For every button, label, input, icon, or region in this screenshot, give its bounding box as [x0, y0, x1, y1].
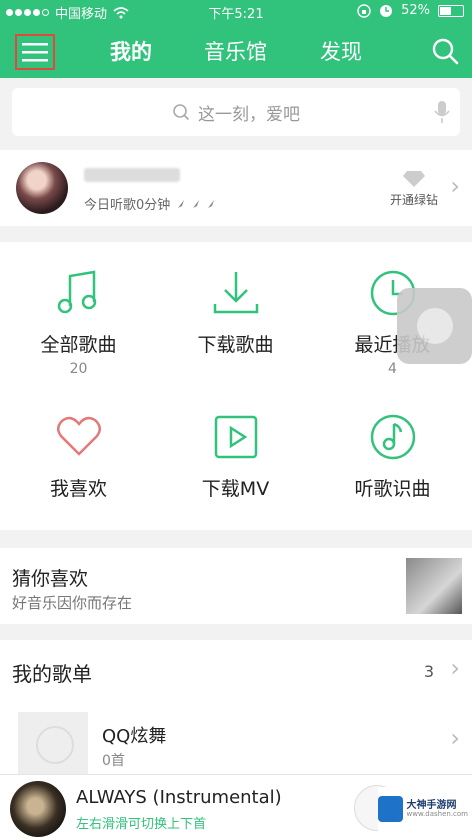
- watermark: 大神手游网 www.dashen.com: [378, 787, 468, 831]
- download-icon: [213, 272, 258, 314]
- watermark-logo: [378, 796, 403, 822]
- feature-grid: 全部歌曲 20 下载歌曲 最近播放 4 我喜欢 下载MV 听歌识曲: [0, 242, 472, 530]
- grid-item-music-recognize[interactable]: 听歌识曲: [314, 386, 471, 530]
- rotation-lock-icon: [357, 3, 371, 18]
- guess-you-like[interactable]: 猜你喜欢 好音乐因你而存在: [0, 548, 472, 624]
- guess-cover[interactable]: [406, 558, 462, 614]
- playlist-cover: [18, 712, 88, 774]
- vip-label: 开通绿钻: [389, 193, 438, 207]
- username-blurred: [84, 168, 180, 182]
- battery-percent: 52%: [401, 3, 430, 18]
- diamond-icon: [402, 171, 425, 187]
- guess-subtitle: 好音乐因你而存在: [12, 594, 133, 612]
- alarm-icon: [380, 4, 393, 17]
- tab-discover[interactable]: 发现: [320, 36, 362, 66]
- search-input[interactable]: 这一刻，爱吧: [12, 88, 460, 136]
- search-field-icon: [173, 104, 190, 121]
- swipe-hint: 左右滑滑可切换上下首: [76, 817, 207, 832]
- avatar[interactable]: [16, 162, 68, 214]
- playlists-count: 3: [423, 662, 434, 681]
- grid-item-all-songs[interactable]: 全部歌曲 20: [0, 242, 157, 386]
- listen-time-text: 今日听歌0分钟: [84, 198, 171, 213]
- tab-mine[interactable]: 我的: [110, 36, 152, 66]
- assistive-touch-button[interactable]: [397, 288, 472, 364]
- chevron-right-icon[interactable]: ›: [450, 654, 460, 682]
- mini-player[interactable]: ALWAYS (Instrumental) 左右滑滑可切换上下首 大神手游网 w…: [0, 774, 472, 839]
- battery-icon: [438, 4, 464, 17]
- top-nav: 我的 音乐馆 发现: [0, 24, 472, 78]
- grid-count: 20: [69, 361, 88, 377]
- watermark-url: www.dashen.com: [406, 809, 469, 818]
- status-bar: 中国移动 下午5:21 52%: [0, 0, 472, 24]
- vip-entry[interactable]: 开通绿钻: [390, 170, 438, 208]
- song-title: ALWAYS (Instrumental): [76, 787, 282, 808]
- music-note-icon: [57, 270, 96, 314]
- grid-item-download-mv[interactable]: 下载MV: [157, 386, 314, 530]
- chevron-right-icon: ›: [450, 724, 460, 752]
- profile-row[interactable]: 今日听歌0分钟 开通绿钻 ›: [0, 150, 472, 226]
- grid-label: 听歌识曲: [354, 478, 431, 500]
- badge-icons: [178, 199, 215, 208]
- watermark-text: 大神手游网: [406, 799, 457, 811]
- album-cover[interactable]: [10, 781, 66, 837]
- chevron-right-icon: ›: [450, 172, 460, 200]
- music-recognize-icon: [370, 414, 415, 460]
- playlist-name: QQ炫舞: [102, 726, 167, 747]
- list-item[interactable]: QQ炫舞 0首 ›: [0, 706, 472, 774]
- search-section: 这一刻，爱吧: [0, 78, 472, 150]
- playlist-song-count: 0首: [102, 753, 125, 769]
- search-icon[interactable]: [430, 36, 460, 66]
- heart-icon: [56, 416, 101, 456]
- grid-item-downloads[interactable]: 下载歌曲: [157, 242, 314, 386]
- microphone-icon[interactable]: [434, 100, 450, 124]
- my-playlists: 我的歌单 3 › QQ炫舞 0首 ›: [0, 640, 472, 774]
- search-placeholder: 这一刻，爱吧: [198, 104, 300, 125]
- play-video-icon: [214, 415, 257, 459]
- grid-item-favorites[interactable]: 我喜欢: [0, 386, 157, 530]
- guess-title: 猜你喜欢: [12, 568, 89, 590]
- grid-label: 全部歌曲: [40, 334, 117, 356]
- grid-label: 我喜欢: [49, 478, 107, 500]
- grid-label: 下载歌曲: [197, 334, 274, 356]
- playlists-title: 我的歌单: [12, 662, 92, 686]
- grid-label: 下载MV: [201, 478, 270, 500]
- tab-music-hall[interactable]: 音乐馆: [204, 36, 267, 66]
